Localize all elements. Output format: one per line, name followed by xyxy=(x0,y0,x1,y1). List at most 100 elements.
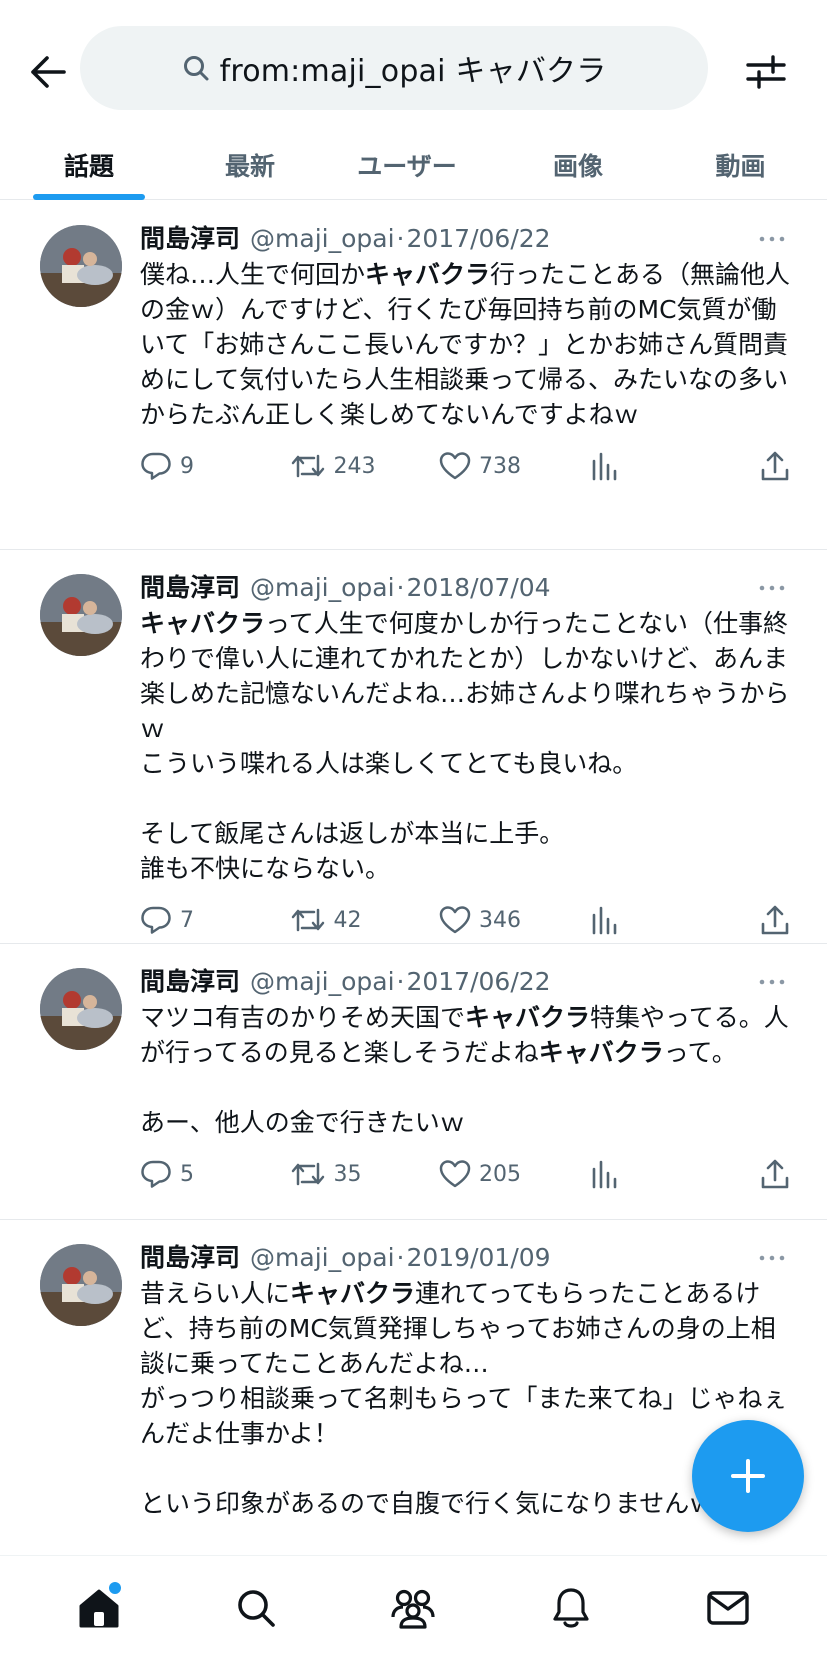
search-input[interactable]: from:maji_opai キャバクラ xyxy=(80,26,708,110)
reply-count: 9 xyxy=(180,453,194,479)
tweet-text-run: マツコ有吉のかりそめ天国で xyxy=(140,1003,466,1032)
more-options-icon[interactable] xyxy=(757,580,787,596)
tweet-text-run: 僕ね…人生で何回か xyxy=(140,260,366,289)
share-icon xyxy=(761,1159,789,1189)
author-name[interactable]: 間島淳司 xyxy=(140,570,240,606)
tab-media[interactable]: 画像 xyxy=(492,130,664,200)
repost-button[interactable]: 35 xyxy=(290,1158,440,1190)
tweet-actions: 5 35 205 xyxy=(140,1154,790,1194)
more-options-icon[interactable] xyxy=(757,1250,787,1266)
like-button[interactable]: 205 xyxy=(439,1159,589,1189)
search-results-feed: 間島淳司 @maji_opai · 2017/06/22 僕ね…人生で何回かキャ… xyxy=(0,201,827,1620)
search-term-highlight: キャバクラ xyxy=(290,1279,416,1308)
analytics-icon xyxy=(592,906,616,935)
reply-button[interactable]: 5 xyxy=(140,1158,290,1190)
like-count: 738 xyxy=(479,453,522,479)
reply-count: 7 xyxy=(180,907,194,933)
views-button[interactable] xyxy=(589,905,760,935)
repost-icon xyxy=(291,454,324,478)
reply-icon xyxy=(141,452,171,480)
nav-home[interactable] xyxy=(69,1578,129,1638)
mail-icon xyxy=(707,1591,749,1625)
author-handle[interactable]: @maji_opai xyxy=(250,964,395,1000)
reply-button[interactable]: 9 xyxy=(140,450,290,482)
tweet[interactable]: 間島淳司 @maji_opai · 2017/06/22 マツコ有吉のかりそめ天… xyxy=(0,944,827,1220)
search-filter-button[interactable] xyxy=(740,46,792,98)
views-button[interactable] xyxy=(589,451,760,481)
tweet-actions: 7 42 346 xyxy=(140,900,790,940)
heart-icon xyxy=(439,1160,471,1188)
tweet-header: 間島淳司 @maji_opai · 2019/01/09 xyxy=(140,1240,791,1276)
repost-count: 42 xyxy=(333,907,362,933)
more-options-icon[interactable] xyxy=(757,974,787,990)
author-handle[interactable]: @maji_opai xyxy=(250,1240,395,1276)
heart-icon xyxy=(439,906,471,934)
search-term-highlight: キャバクラ xyxy=(140,609,266,638)
back-button[interactable] xyxy=(26,50,70,94)
top-bar: from:maji_opai キャバクラ 話題 最新 ユーザー 画像 動画 xyxy=(0,0,827,200)
share-icon xyxy=(761,905,789,935)
share-button[interactable] xyxy=(760,904,790,936)
tab-latest[interactable]: 最新 xyxy=(178,130,322,200)
nav-explore[interactable] xyxy=(226,1578,286,1638)
repost-icon xyxy=(291,1162,324,1186)
tweet-text-run: って人生で何度かしか行ったことない（仕事終わりで偉い人に連れてかれたとか）しかな… xyxy=(140,609,790,883)
new-posts-dot xyxy=(108,1582,121,1594)
author-name[interactable]: 間島淳司 xyxy=(140,1240,240,1276)
repost-count: 243 xyxy=(333,453,376,479)
analytics-icon xyxy=(592,452,616,481)
reply-count: 5 xyxy=(180,1161,194,1187)
tweet-text-run: 昔えらい人に xyxy=(140,1279,291,1308)
nav-communities[interactable] xyxy=(383,1578,443,1638)
avatar[interactable] xyxy=(40,968,122,1050)
arrow-left-icon xyxy=(31,56,66,88)
nav-messages[interactable] xyxy=(698,1578,758,1638)
tweet-date[interactable]: 2017/06/22 xyxy=(406,221,550,257)
share-button[interactable] xyxy=(760,450,790,482)
more-options-icon[interactable] xyxy=(757,231,787,247)
search-term-highlight: キャバクラ xyxy=(465,1003,591,1032)
tab-top[interactable]: 話題 xyxy=(0,130,178,200)
avatar[interactable] xyxy=(40,574,122,656)
avatar[interactable] xyxy=(40,1244,122,1326)
author-handle[interactable]: @maji_opai xyxy=(250,570,395,606)
tweet-text-run: 連れてってもらったことあるけど、持ち前のMC気質発揮しちゃってお姉さんの身の上相… xyxy=(140,1279,788,1518)
tweet-header: 間島淳司 @maji_opai · 2017/06/22 xyxy=(140,221,791,257)
tweet-date[interactable]: 2017/06/22 xyxy=(406,964,550,1000)
like-button[interactable]: 738 xyxy=(439,451,589,481)
active-tab-indicator xyxy=(33,194,145,200)
separator-dot: · xyxy=(396,573,405,602)
plus-icon xyxy=(731,1459,765,1493)
tweet-actions: 9 243 738 xyxy=(140,446,790,486)
heart-icon xyxy=(439,452,471,480)
avatar[interactable] xyxy=(40,225,122,307)
repost-button[interactable]: 42 xyxy=(290,904,440,936)
search-term-highlight: キャバクラ xyxy=(538,1038,664,1067)
tab-videos[interactable]: 動画 xyxy=(664,130,817,200)
author-handle[interactable]: @maji_opai xyxy=(250,221,395,257)
people-icon xyxy=(391,1589,436,1629)
share-icon xyxy=(761,451,789,481)
bell-icon xyxy=(553,1588,589,1628)
tweet-date[interactable]: 2018/07/04 xyxy=(406,570,550,606)
like-count: 205 xyxy=(479,1161,522,1187)
author-name[interactable]: 間島淳司 xyxy=(140,964,240,1000)
repost-button[interactable]: 243 xyxy=(290,450,440,482)
analytics-icon xyxy=(592,1160,616,1189)
tweet-date[interactable]: 2019/01/09 xyxy=(406,1240,550,1276)
search-icon xyxy=(238,1590,275,1627)
compose-button[interactable] xyxy=(692,1420,804,1532)
separator-dot: · xyxy=(396,967,405,996)
share-button[interactable] xyxy=(760,1158,790,1190)
tweet[interactable]: 間島淳司 @maji_opai · 2018/07/04 キャバクラって人生で何… xyxy=(0,550,827,944)
views-button[interactable] xyxy=(589,1159,760,1189)
separator-dot: · xyxy=(396,224,405,253)
bottom-navigation xyxy=(0,1555,827,1660)
nav-notifications[interactable] xyxy=(541,1578,601,1638)
author-name[interactable]: 間島淳司 xyxy=(140,221,240,257)
tab-people[interactable]: ユーザー xyxy=(322,130,492,200)
like-button[interactable]: 346 xyxy=(439,905,589,935)
tweet-text: 僕ね…人生で何回かキャバクラ行ったことある（無論他人の金ｗ）んですけど、行くたび… xyxy=(140,257,800,432)
tweet[interactable]: 間島淳司 @maji_opai · 2017/06/22 僕ね…人生で何回かキャ… xyxy=(0,201,827,550)
reply-button[interactable]: 7 xyxy=(140,904,290,936)
